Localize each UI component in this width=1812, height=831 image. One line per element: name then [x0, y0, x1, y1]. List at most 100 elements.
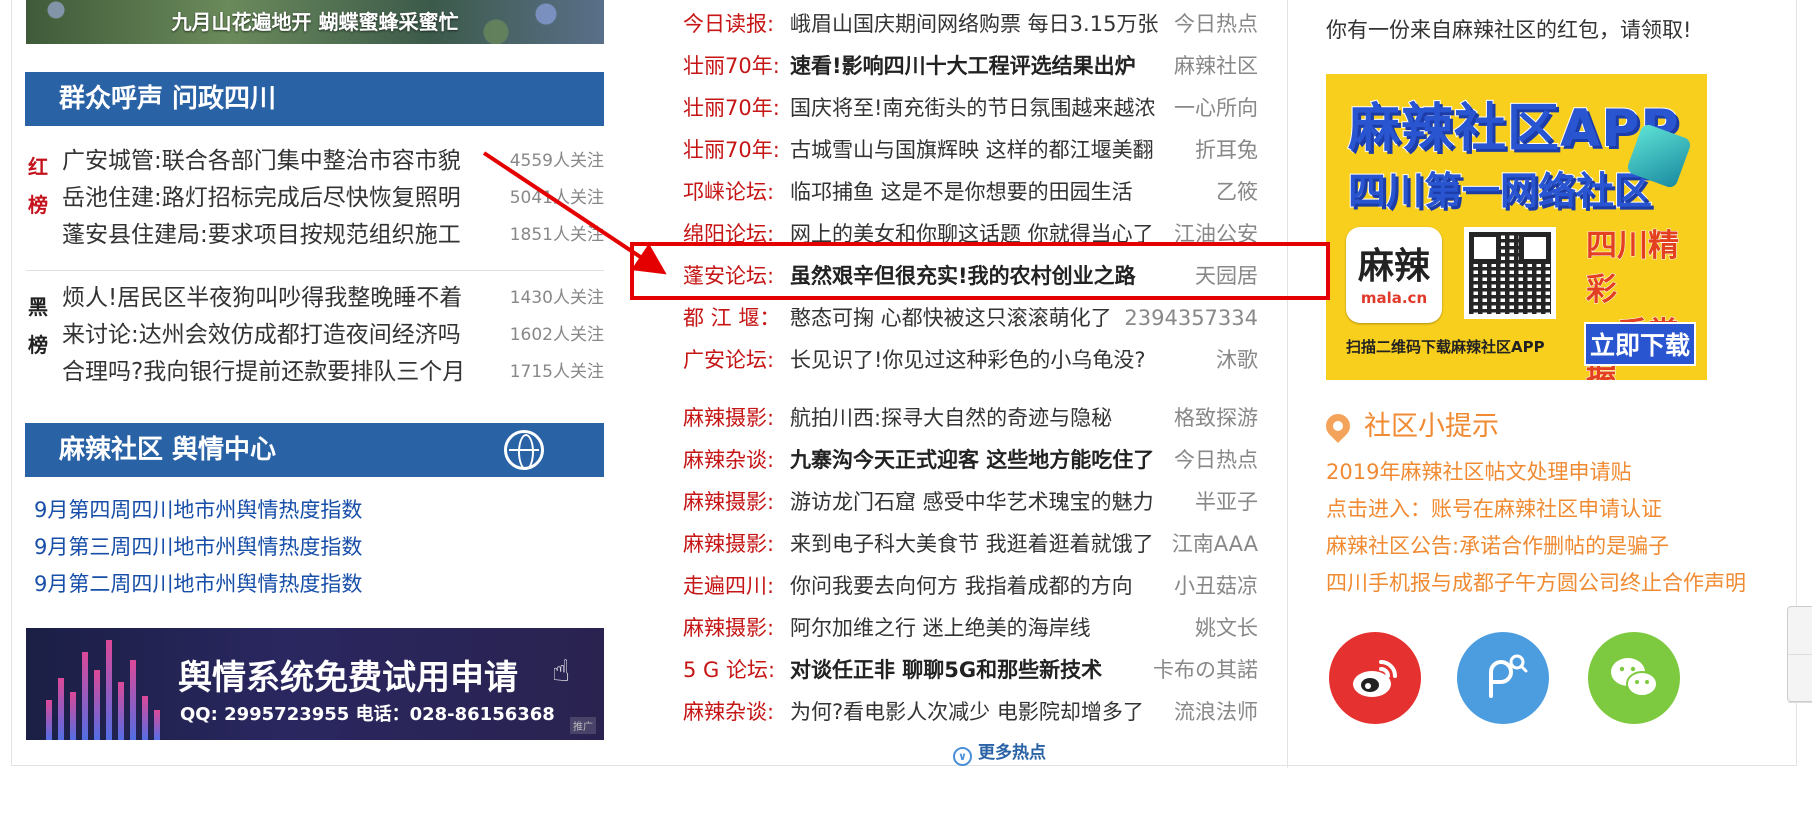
- news-item[interactable]: 麻辣摄影: 阿尔加维之行 迷上绝美的海岸线 姚文长: [683, 607, 1258, 649]
- news-item[interactable]: 麻辣杂谈: 为何?看电影人次减少 电影院却增多了 流浪法师: [683, 691, 1258, 733]
- news-title[interactable]: 网上的美女和你聊这话题 你就得当心了: [790, 213, 1160, 255]
- news-author[interactable]: 小丑菇凉: [1174, 565, 1258, 607]
- list-item-title[interactable]: 来讨论:达州会效仿成都打造夜间经济吗: [62, 317, 482, 354]
- news-category[interactable]: 麻辣杂谈:: [683, 439, 774, 481]
- news-item[interactable]: 今日读报: 峨眉山国庆期间网络购票 每日3.15万张 今日热点: [683, 3, 1258, 45]
- list-item[interactable]: 合理吗?我向银行提前还款要排队三个月 1715人关注: [62, 354, 604, 391]
- list-item[interactable]: 岳池住建:路灯招标完成后尽快恢复照明 5041人关注: [62, 180, 604, 217]
- news-title[interactable]: 临邛捕鱼 这是不是你想要的田园生活: [790, 171, 1160, 213]
- news-item[interactable]: 壮丽70年: 国庆将至!南充街头的节日氛围越来越浓 一心所向: [683, 87, 1258, 129]
- news-title[interactable]: 对谈任正非 聊聊5G和那些新技术: [790, 649, 1160, 691]
- news-title[interactable]: 古城雪山与国旗辉映 这样的都江堰美翻: [790, 129, 1160, 171]
- news-author[interactable]: 半亚子: [1195, 481, 1258, 523]
- news-category[interactable]: 绵阳论坛:: [683, 213, 774, 255]
- news-title[interactable]: 来到电子科大美食节 我逛着逛着就饿了: [790, 523, 1160, 565]
- news-author[interactable]: 折耳兔: [1195, 129, 1258, 171]
- app-ad-subtitle: 四川第一网络社区: [1347, 168, 1653, 214]
- news-title[interactable]: 航拍川西:探寻大自然的奇迹与隐秘: [790, 397, 1160, 439]
- opinion-link[interactable]: 9月第四周四川地市州舆情热度指数: [34, 492, 362, 529]
- news-author[interactable]: 江油公安: [1174, 213, 1258, 255]
- news-item[interactable]: 麻辣杂谈: 九寨沟今天正式迎客 这些地方能吃住了 今日热点: [683, 439, 1258, 481]
- news-category[interactable]: 麻辣摄影:: [683, 607, 774, 649]
- news-author[interactable]: 麻辣社区: [1174, 45, 1258, 87]
- news-category[interactable]: 邛崃论坛:: [683, 171, 774, 213]
- news-author[interactable]: 卡布の其諾: [1153, 649, 1258, 691]
- opinion-link[interactable]: 9月第三周四川地市州舆情热度指数: [34, 529, 362, 566]
- news-item[interactable]: 绵阳论坛: 网上的美女和你聊这话题 你就得当心了 江油公安: [683, 213, 1258, 255]
- news-author[interactable]: 流浪法师: [1174, 691, 1258, 733]
- news-category[interactable]: 蓬安论坛:: [683, 255, 774, 297]
- news-title[interactable]: 你问我要去向何方 我指着成都的方向: [790, 565, 1160, 607]
- news-category[interactable]: 都 江 堰：: [683, 297, 780, 339]
- list-item-title[interactable]: 烦人!居民区半夜狗叫吵得我整晚睡不着: [62, 280, 482, 317]
- news-author[interactable]: 沐歌: [1216, 339, 1258, 381]
- more-hot-link[interactable]: ∨ 更多热点: [953, 738, 1046, 766]
- news-item[interactable]: 走遍四川: 你问我要去向何方 我指着成都的方向 小丑菇凉: [683, 565, 1258, 607]
- news-item[interactable]: 麻辣摄影: 来到电子科大美食节 我逛着逛着就饿了 江南AAA: [683, 523, 1258, 565]
- news-title[interactable]: 九寨沟今天正式迎客 这些地方能吃住了: [790, 439, 1160, 481]
- opinion-system-ad[interactable]: 舆情系统免费试用申请 ☝ QQ: 2995723955 电话：028-86156…: [26, 628, 604, 740]
- news-item[interactable]: 邛崃论坛: 临邛捕鱼 这是不是你想要的田园生活 乙筱: [683, 171, 1258, 213]
- news-title[interactable]: 长见识了!你见过这种彩色的小乌龟没?: [790, 339, 1160, 381]
- news-category[interactable]: 麻辣摄影:: [683, 397, 774, 439]
- tip-link[interactable]: 麻辣社区公告:承诺合作删帖的是骗子: [1326, 528, 1746, 565]
- news-title[interactable]: 憨态可掬 心都快被这只滚滚萌化了: [790, 297, 1160, 339]
- news-author[interactable]: 乙筱: [1216, 171, 1258, 213]
- list-item[interactable]: 烦人!居民区半夜狗叫吵得我整晚睡不着 1430人关注: [62, 280, 604, 317]
- news-author[interactable]: 姚文长: [1195, 607, 1258, 649]
- news-title[interactable]: 游访龙门石窟 感受中华艺术瑰宝的魅力: [790, 481, 1160, 523]
- news-author[interactable]: 今日热点: [1174, 439, 1258, 481]
- news-title[interactable]: 为何?看电影人次减少 电影院却增多了: [790, 691, 1160, 733]
- tip-link[interactable]: 四川手机报与成都子午方圆公司终止合作声明: [1326, 565, 1746, 602]
- news-item[interactable]: 麻辣摄影: 航拍川西:探寻大自然的奇迹与隐秘 格致探游: [683, 397, 1258, 439]
- red-tag-char-2: 榜: [28, 193, 48, 217]
- news-category[interactable]: 走遍四川:: [683, 565, 774, 607]
- news-item[interactable]: 麻辣摄影: 游访龙门石窟 感受中华艺术瑰宝的魅力 半亚子: [683, 481, 1258, 523]
- list-item[interactable]: 蓬安县住建局:要求项目按规范组织施工 1851人关注: [62, 217, 604, 254]
- list-item-title[interactable]: 岳池住建:路灯招标完成后尽快恢复照明: [62, 180, 482, 217]
- news-title[interactable]: 阿尔加维之行 迷上绝美的海岸线: [790, 607, 1160, 649]
- tieba-icon[interactable]: [1457, 632, 1549, 724]
- news-author[interactable]: 一心所向: [1174, 87, 1258, 129]
- list-item[interactable]: 广安城管:联合各部门集中整治市容市貌 4559人关注: [62, 143, 604, 180]
- news-category[interactable]: 5 G 论坛:: [683, 649, 775, 691]
- wechat-icon[interactable]: [1588, 632, 1680, 724]
- list-item-title[interactable]: 合理吗?我向银行提前还款要排队三个月: [62, 354, 482, 391]
- news-item[interactable]: 壮丽70年: 速看!影响四川十大工程评选结果出炉 麻辣社区: [683, 45, 1258, 87]
- news-item[interactable]: 5 G 论坛: 对谈任正非 聊聊5G和那些新技术 卡布の其諾: [683, 649, 1258, 691]
- opinion-link[interactable]: 9月第二周四川地市州舆情热度指数: [34, 566, 362, 603]
- news-title[interactable]: 速看!影响四川十大工程评选结果出炉: [790, 45, 1160, 87]
- download-button[interactable]: 立即下载: [1584, 322, 1696, 366]
- news-title[interactable]: 国庆将至!南充街头的节日氛围越来越浓: [790, 87, 1160, 129]
- news-item[interactable]: 蓬安论坛: 虽然艰辛但很充实!我的农村创业之路 天园居: [683, 255, 1258, 297]
- news-author[interactable]: 2394357334: [1124, 297, 1258, 339]
- floating-side-toolbar[interactable]: [1787, 606, 1812, 703]
- redpack-notice[interactable]: 你有一份来自麻辣社区的红包，请领取!: [1326, 14, 1691, 44]
- news-item[interactable]: 壮丽70年: 古城雪山与国旗辉映 这样的都江堰美翻 折耳兔: [683, 129, 1258, 171]
- tip-link[interactable]: 点击进入：账号在麻辣社区申请认证: [1326, 491, 1746, 528]
- ad-chart-graphic: [36, 630, 186, 740]
- news-category[interactable]: 壮丽70年:: [683, 45, 780, 87]
- news-category[interactable]: 今日读报:: [683, 3, 774, 45]
- news-title[interactable]: 虽然艰辛但很充实!我的农村创业之路: [790, 255, 1160, 297]
- weibo-icon[interactable]: [1329, 632, 1421, 724]
- tip-link[interactable]: 2019年麻辣社区帖文处理申请贴: [1326, 454, 1746, 491]
- news-category[interactable]: 麻辣杂谈:: [683, 691, 774, 733]
- news-category[interactable]: 广安论坛:: [683, 339, 774, 381]
- list-item-title[interactable]: 蓬安县住建局:要求项目按规范组织施工: [62, 217, 482, 254]
- news-category[interactable]: 麻辣摄影:: [683, 523, 774, 565]
- news-category[interactable]: 壮丽70年:: [683, 87, 780, 129]
- news-author[interactable]: 格致探游: [1174, 397, 1258, 439]
- news-item[interactable]: 都 江 堰： 憨态可掬 心都快被这只滚滚萌化了 2394357334: [683, 297, 1258, 339]
- news-author[interactable]: 江南AAA: [1172, 523, 1258, 565]
- news-title[interactable]: 峨眉山国庆期间网络购票 每日3.15万张: [790, 3, 1160, 45]
- top-image-banner[interactable]: 九月山花遍地开 蝴蝶蜜蜂采蜜忙: [26, 0, 604, 44]
- list-item-title[interactable]: 广安城管:联合各部门集中整治市容市貌: [62, 143, 482, 180]
- news-category[interactable]: 壮丽70年:: [683, 129, 780, 171]
- list-item[interactable]: 来讨论:达州会效仿成都打造夜间经济吗 1602人关注: [62, 317, 604, 354]
- news-author[interactable]: 今日热点: [1174, 3, 1258, 45]
- news-item[interactable]: 广安论坛: 长见识了!你见过这种彩色的小乌龟没? 沐歌: [683, 339, 1258, 381]
- news-category[interactable]: 麻辣摄影:: [683, 481, 774, 523]
- app-download-ad[interactable]: 麻辣社区APP 四川第一网络社区 麻辣 mala.cn 四川精彩 一手掌握 扫描…: [1326, 74, 1707, 380]
- news-author[interactable]: 天园居: [1195, 255, 1258, 297]
